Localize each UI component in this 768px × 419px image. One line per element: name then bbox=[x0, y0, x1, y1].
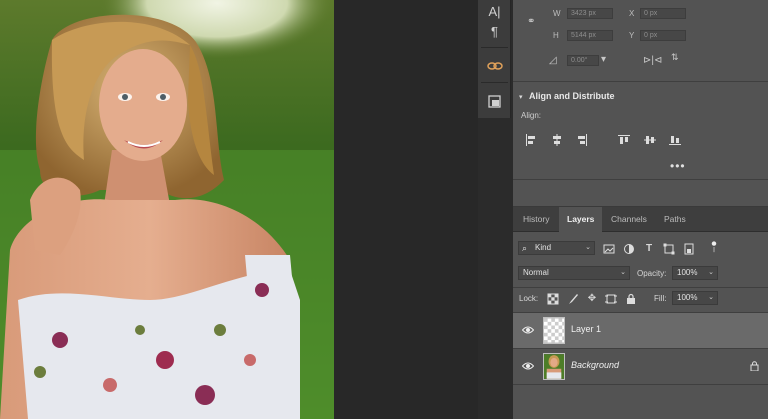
opacity-value: 100% bbox=[677, 268, 698, 277]
angle-dropdown-icon[interactable]: ▾ bbox=[601, 54, 606, 65]
layer-thumbnail-photo bbox=[543, 353, 565, 380]
filter-kind-select[interactable]: ⌕ Kind ⌄ bbox=[518, 241, 595, 255]
paragraph-icon[interactable]: ¶ bbox=[482, 20, 507, 42]
width-field[interactable]: 3423 px bbox=[567, 8, 613, 19]
layer-row-background[interactable]: Background bbox=[513, 349, 768, 384]
lock-row: Lock: ✥ Fill: 100% ⌄ bbox=[513, 291, 768, 307]
panel-spacer bbox=[513, 181, 768, 207]
visibility-eye-icon[interactable] bbox=[522, 361, 534, 371]
chevron-down-icon: ⌄ bbox=[585, 244, 591, 251]
opacity-label: Opacity: bbox=[637, 269, 667, 278]
tab-paths[interactable]: Paths bbox=[656, 207, 694, 232]
angle-icon: ◿ bbox=[549, 55, 557, 66]
divider bbox=[513, 384, 768, 385]
x-field[interactable]: 0 px bbox=[640, 8, 686, 19]
document-canvas[interactable] bbox=[0, 0, 334, 419]
lock-position-icon[interactable]: ✥ bbox=[586, 293, 598, 305]
layer-filter-row: ⌕ Kind ⌄ T bbox=[513, 241, 768, 257]
chevron-down-icon: ⌄ bbox=[620, 269, 626, 276]
width-label: W bbox=[553, 9, 561, 18]
align-vertical-centers-icon[interactable] bbox=[644, 134, 656, 146]
tab-channels[interactable]: Channels bbox=[603, 207, 655, 232]
blend-mode-value: Normal bbox=[523, 268, 549, 277]
filter-kind-value: Kind bbox=[535, 243, 552, 252]
lock-artboard-icon[interactable] bbox=[605, 293, 617, 305]
panel-dock-strip: A| ¶ bbox=[478, 0, 511, 118]
visibility-eye-icon[interactable] bbox=[522, 325, 534, 335]
right-panels: W 3423 px X 0 px ⚭ H 5144 px Y 0 px ◿ 0.… bbox=[513, 0, 768, 419]
height-label: H bbox=[553, 31, 559, 40]
filter-smart-object-icon[interactable] bbox=[683, 243, 695, 255]
lock-all-icon[interactable] bbox=[625, 293, 637, 305]
portrait-photo bbox=[0, 0, 334, 419]
angle-field[interactable]: 0.00° bbox=[567, 55, 599, 66]
align-label: Align: bbox=[521, 111, 542, 120]
layers-panel: History Layers Channels Paths ⌕ Kind ⌄ T… bbox=[513, 207, 768, 419]
divider bbox=[513, 287, 768, 288]
flip-horizontal-icon[interactable]: ⊳|⊲ bbox=[643, 55, 662, 66]
tab-layers[interactable]: Layers bbox=[559, 207, 603, 232]
tab-history[interactable]: History bbox=[515, 207, 557, 232]
align-bottom-edges-icon[interactable] bbox=[669, 134, 681, 146]
chevron-down-icon: ⌄ bbox=[708, 294, 714, 301]
align-left-edges-icon[interactable] bbox=[525, 134, 537, 146]
align-horizontal-centers-icon[interactable] bbox=[551, 134, 563, 146]
lock-image-pixels-icon[interactable] bbox=[567, 293, 579, 305]
properties-transform: W 3423 px X 0 px ⚭ H 5144 px Y 0 px ◿ 0.… bbox=[513, 0, 768, 82]
filter-adjustment-icon[interactable] bbox=[623, 243, 635, 255]
chevron-down-icon: ⌄ bbox=[708, 269, 714, 276]
align-top-edges-icon[interactable] bbox=[618, 134, 630, 146]
height-field[interactable]: 5144 px bbox=[567, 30, 613, 41]
lock-label: Lock: bbox=[519, 294, 539, 303]
x-label: X bbox=[629, 9, 635, 18]
search-icon: ⌕ bbox=[522, 243, 528, 253]
layer-name[interactable]: Layer 1 bbox=[571, 324, 601, 334]
opacity-field[interactable]: 100% ⌄ bbox=[672, 266, 718, 280]
panel-tabs: History Layers Channels Paths bbox=[513, 207, 768, 232]
layer-name[interactable]: Background bbox=[571, 360, 619, 370]
y-field[interactable]: 0 px bbox=[640, 30, 686, 41]
collapse-chevron-icon[interactable]: ▾ bbox=[519, 93, 523, 101]
link-dimensions-icon[interactable]: ⚭ bbox=[527, 16, 535, 27]
more-options-icon[interactable]: ••• bbox=[670, 159, 686, 173]
strip-divider bbox=[481, 47, 508, 48]
align-right-edges-icon[interactable] bbox=[576, 134, 588, 146]
filter-type-icon[interactable]: T bbox=[643, 243, 655, 255]
align-distribute-section: ▾ Align and Distribute Align: ••• bbox=[513, 83, 768, 180]
fill-label: Fill: bbox=[654, 294, 667, 303]
flip-vertical-icon[interactable]: ⇅ bbox=[671, 52, 679, 63]
filter-toggle-icon[interactable] bbox=[708, 241, 720, 253]
strip-divider bbox=[481, 82, 508, 83]
fill-value: 100% bbox=[677, 293, 698, 302]
filter-shape-icon[interactable] bbox=[663, 243, 675, 255]
navigator-icon[interactable] bbox=[482, 90, 507, 112]
align-distribute-title: Align and Distribute bbox=[529, 91, 615, 101]
blend-mode-select[interactable]: Normal ⌄ bbox=[518, 266, 630, 280]
lock-icon[interactable] bbox=[750, 361, 759, 371]
pasteboard bbox=[334, 0, 478, 419]
link-icon[interactable] bbox=[482, 55, 507, 77]
layer-row-layer-1[interactable]: Layer 1 bbox=[513, 313, 768, 348]
layer-thumbnail-transparent bbox=[543, 317, 565, 344]
fill-field[interactable]: 100% ⌄ bbox=[672, 291, 718, 305]
blend-row: Normal ⌄ Opacity: 100% ⌄ bbox=[513, 266, 768, 282]
character-icon[interactable]: A| bbox=[482, 0, 507, 22]
y-label: Y bbox=[629, 31, 635, 40]
lock-transparent-pixels-icon[interactable] bbox=[547, 293, 559, 305]
filter-pixel-icon[interactable] bbox=[603, 243, 615, 255]
